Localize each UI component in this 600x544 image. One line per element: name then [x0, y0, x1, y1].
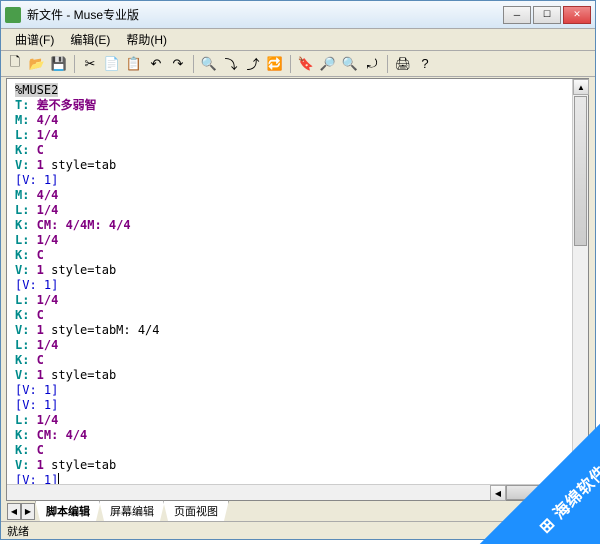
scroll-thumb-v[interactable]	[574, 96, 587, 246]
tab-screen-edit[interactable]: 屏幕编辑	[99, 500, 165, 522]
marker-icon[interactable]: 🔖	[296, 54, 316, 74]
scroll-up-icon[interactable]: ▲	[573, 79, 589, 95]
find-prev-icon[interactable]: ⤴	[243, 54, 263, 74]
menu-edit[interactable]: 编辑(E)	[62, 29, 118, 50]
separator	[193, 55, 194, 73]
paste-icon[interactable]: 📋	[124, 54, 144, 74]
zoom-reset-icon[interactable]: ⤾	[362, 54, 382, 74]
window-title: 新文件 - Muse专业版	[27, 6, 503, 23]
title-bar[interactable]: 新文件 - Muse专业版 ─ ☐ ✕	[1, 1, 595, 29]
scroll-thumb-h[interactable]	[506, 485, 556, 500]
scroll-down-icon[interactable]: ▼	[573, 468, 589, 484]
new-file-icon[interactable]: 🗋	[5, 54, 25, 74]
open-file-icon[interactable]: 📂	[27, 54, 47, 74]
app-icon	[5, 7, 21, 23]
undo-icon[interactable]: ↶	[146, 54, 166, 74]
menu-bar: 曲谱(F) 编辑(E) 帮助(H)	[1, 29, 595, 51]
separator	[74, 55, 75, 73]
find-next-icon[interactable]: ⤵	[221, 54, 241, 74]
tab-page-view[interactable]: 页面视图	[163, 500, 229, 522]
menu-help[interactable]: 帮助(H)	[118, 29, 175, 50]
minimize-button[interactable]: ─	[503, 6, 531, 24]
close-button[interactable]: ✕	[563, 6, 591, 24]
main-window: 新文件 - Muse专业版 ─ ☐ ✕ 曲谱(F) 编辑(E) 帮助(H) 🗋 …	[0, 0, 596, 540]
scroll-left-icon[interactable]: ◀	[490, 485, 506, 501]
maximize-button[interactable]: ☐	[533, 6, 561, 24]
tab-script-edit[interactable]: 脚本编辑	[35, 500, 101, 522]
toolbar: 🗋 📂 💾 ✂ 📄 📋 ↶ ↷ 🔍 ⤵ ⤴ 🔁 🔖 🔎 🔍 ⤾ 🖨 ?	[1, 51, 595, 77]
tab-prev-icon[interactable]: ◀	[7, 503, 21, 520]
window-controls: ─ ☐ ✕	[503, 6, 591, 24]
tab-next-icon[interactable]: ▶	[21, 503, 35, 520]
status-message: 就绪	[7, 523, 530, 539]
copy-icon[interactable]: 📄	[102, 54, 122, 74]
find-icon[interactable]: 🔍	[199, 54, 219, 74]
cut-icon[interactable]: ✂	[80, 54, 100, 74]
cursor-position: Ln 28, Col 7	[530, 525, 589, 537]
redo-icon[interactable]: ↷	[168, 54, 188, 74]
menu-score[interactable]: 曲谱(F)	[7, 29, 62, 50]
zoom-in-icon[interactable]: 🔎	[318, 54, 338, 74]
save-file-icon[interactable]: 💾	[49, 54, 69, 74]
print-icon[interactable]: 🖨	[393, 54, 413, 74]
vertical-scrollbar[interactable]: ▲ ▼	[572, 79, 588, 484]
status-bar: 就绪 Ln 28, Col 7	[1, 521, 595, 539]
bottom-tabs: ◀ ▶ 脚本编辑 屏幕编辑 页面视图	[7, 501, 227, 521]
zoom-out-icon[interactable]: 🔍	[340, 54, 360, 74]
code-editor[interactable]: %MUSE2 T: 差不多弱智 M: 4/4 L: 1/4 K: C V: 1 …	[7, 79, 588, 500]
replace-icon[interactable]: 🔁	[265, 54, 285, 74]
help-icon[interactable]: ?	[415, 54, 435, 74]
scroll-right-icon[interactable]: ▶	[556, 485, 572, 501]
horizontal-scrollbar[interactable]: ◀ ▶	[7, 484, 572, 500]
editor-area: %MUSE2 T: 差不多弱智 M: 4/4 L: 1/4 K: C V: 1 …	[6, 78, 589, 501]
separator	[387, 55, 388, 73]
separator	[290, 55, 291, 73]
